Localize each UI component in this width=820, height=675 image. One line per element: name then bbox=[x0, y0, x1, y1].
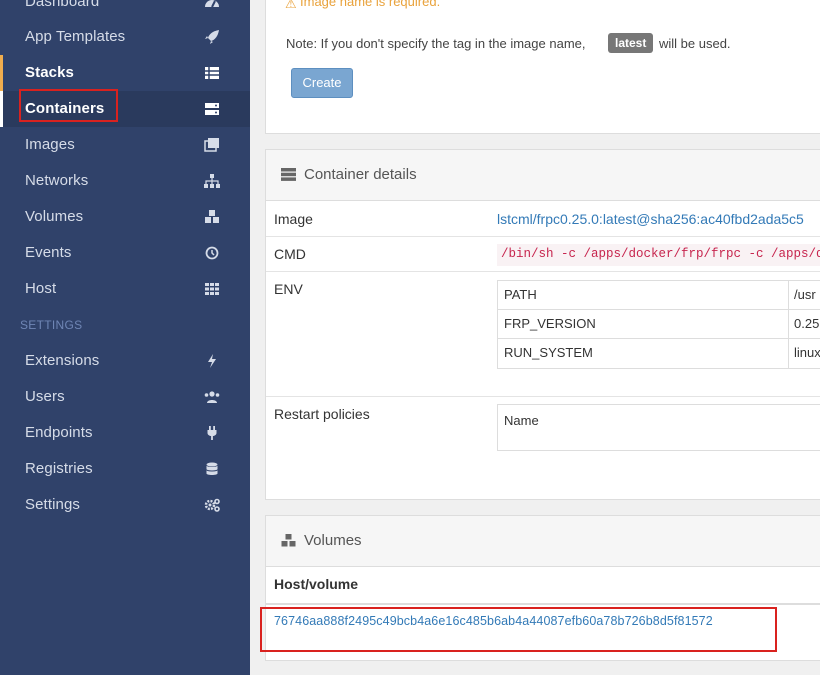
sidebar-item-label: Events bbox=[25, 244, 72, 261]
sidebar-item-app-templates[interactable]: App Templates bbox=[0, 19, 250, 55]
clone-icon bbox=[204, 138, 219, 152]
column-divider bbox=[788, 310, 789, 338]
env-value: 0.25 bbox=[794, 316, 820, 331]
tachometer-icon bbox=[205, 0, 219, 8]
warning-icon: ⚠ bbox=[285, 0, 297, 11]
volumes-header: Volumes bbox=[266, 516, 820, 567]
restart-name-header: Name bbox=[504, 413, 539, 428]
sidebar-item-registries[interactable]: Registries bbox=[0, 451, 250, 487]
users-icon bbox=[204, 391, 220, 403]
column-divider bbox=[788, 281, 789, 309]
image-form-panel bbox=[265, 0, 820, 134]
tag-note-suffix: will be used. bbox=[659, 36, 731, 51]
row-divider bbox=[266, 236, 820, 237]
latest-tag-badge: latest bbox=[608, 33, 654, 53]
image-name-warning: Image name is required. bbox=[300, 0, 441, 9]
rocket-icon bbox=[205, 30, 219, 44]
sidebar-item-endpoints[interactable]: Endpoints bbox=[0, 415, 250, 451]
sidebar-item-settings[interactable]: Settings bbox=[0, 487, 250, 523]
env-key: RUN_SYSTEM bbox=[504, 345, 593, 360]
row-divider bbox=[266, 271, 820, 272]
host-volume-header: Host/volume bbox=[274, 576, 359, 592]
cubes-icon bbox=[205, 210, 219, 223]
column-divider bbox=[788, 339, 789, 368]
env-table: PATH /usr FRP_VERSION 0.25 RUN_SYSTEM li… bbox=[497, 280, 820, 369]
tag-note: Note: If you don't specify the tag in th… bbox=[286, 36, 586, 51]
plug-icon bbox=[207, 426, 217, 440]
sidebar-item-label: Networks bbox=[25, 172, 89, 189]
restart-policies-label: Restart policies bbox=[274, 406, 370, 422]
th-icon bbox=[205, 283, 219, 295]
sidebar-item-label: Host bbox=[25, 280, 57, 297]
create-button[interactable]: Create bbox=[291, 68, 353, 98]
env-value: linux bbox=[794, 345, 820, 360]
container-details-header: Container details bbox=[266, 150, 820, 201]
sidebar-item-networks[interactable]: Networks bbox=[0, 163, 250, 199]
sidebar-item-images[interactable]: Images bbox=[0, 127, 250, 163]
cmd-value: /bin/sh -c /apps/docker/frp/frpc -c /app… bbox=[497, 244, 820, 266]
containers-highlight bbox=[19, 89, 118, 122]
sidebar-item-users[interactable]: Users bbox=[0, 379, 250, 415]
bolt-icon bbox=[208, 354, 216, 368]
server-icon bbox=[205, 103, 219, 115]
sidebar-item-events[interactable]: Events bbox=[0, 235, 250, 271]
list-icon bbox=[205, 67, 219, 79]
sidebar-item-host[interactable]: Host bbox=[0, 271, 250, 307]
row-divider bbox=[266, 396, 820, 397]
sidebar-item-stacks[interactable]: Stacks bbox=[0, 55, 250, 91]
volumes-title: Volumes bbox=[304, 532, 362, 549]
env-key: PATH bbox=[504, 287, 537, 302]
sidebar-item-label: Volumes bbox=[25, 208, 84, 225]
cubes-icon bbox=[281, 534, 296, 547]
cogs-icon bbox=[204, 498, 220, 512]
sidebar-item-label: Users bbox=[25, 388, 65, 405]
env-label: ENV bbox=[274, 281, 303, 297]
database-icon bbox=[206, 462, 218, 475]
row-divider bbox=[266, 603, 820, 605]
restart-policies-table: Name bbox=[497, 404, 820, 451]
env-key: FRP_VERSION bbox=[504, 316, 596, 331]
server-icon bbox=[281, 168, 296, 181]
sitemap-icon bbox=[204, 174, 220, 188]
sidebar-item-label: Registries bbox=[25, 460, 93, 477]
sidebar-item-label: Dashboard bbox=[25, 0, 100, 10]
container-details-title: Container details bbox=[304, 166, 417, 183]
sidebar-item-label: Images bbox=[25, 136, 75, 153]
sidebar-item-label: Endpoints bbox=[25, 424, 93, 441]
sidebar-item-extensions[interactable]: Extensions bbox=[0, 343, 250, 379]
image-link[interactable]: lstcml/frpc0.25.0:latest@sha256:ac40fbd2… bbox=[497, 211, 820, 227]
table-row: FRP_VERSION 0.25 bbox=[498, 310, 820, 339]
sidebar-item-volumes[interactable]: Volumes bbox=[0, 199, 250, 235]
sidebar-item-label: Stacks bbox=[25, 64, 74, 81]
sidebar-item-label: App Templates bbox=[25, 28, 126, 45]
sidebar-item-dashboard[interactable]: Dashboard bbox=[0, 0, 250, 20]
table-row: RUN_SYSTEM linux bbox=[498, 339, 820, 368]
sidebar-item-label: Settings bbox=[25, 496, 80, 513]
cmd-label: CMD bbox=[274, 246, 306, 262]
env-value: /usr bbox=[794, 287, 816, 302]
sidebar: Dashboard App Templates Stacks Container… bbox=[0, 0, 250, 675]
history-icon bbox=[205, 246, 219, 260]
volume-highlight bbox=[260, 607, 777, 652]
settings-section-title: SETTINGS bbox=[20, 318, 83, 332]
sidebar-item-label: Extensions bbox=[25, 352, 100, 369]
table-row: PATH /usr bbox=[498, 281, 820, 310]
image-label: Image bbox=[274, 211, 313, 227]
